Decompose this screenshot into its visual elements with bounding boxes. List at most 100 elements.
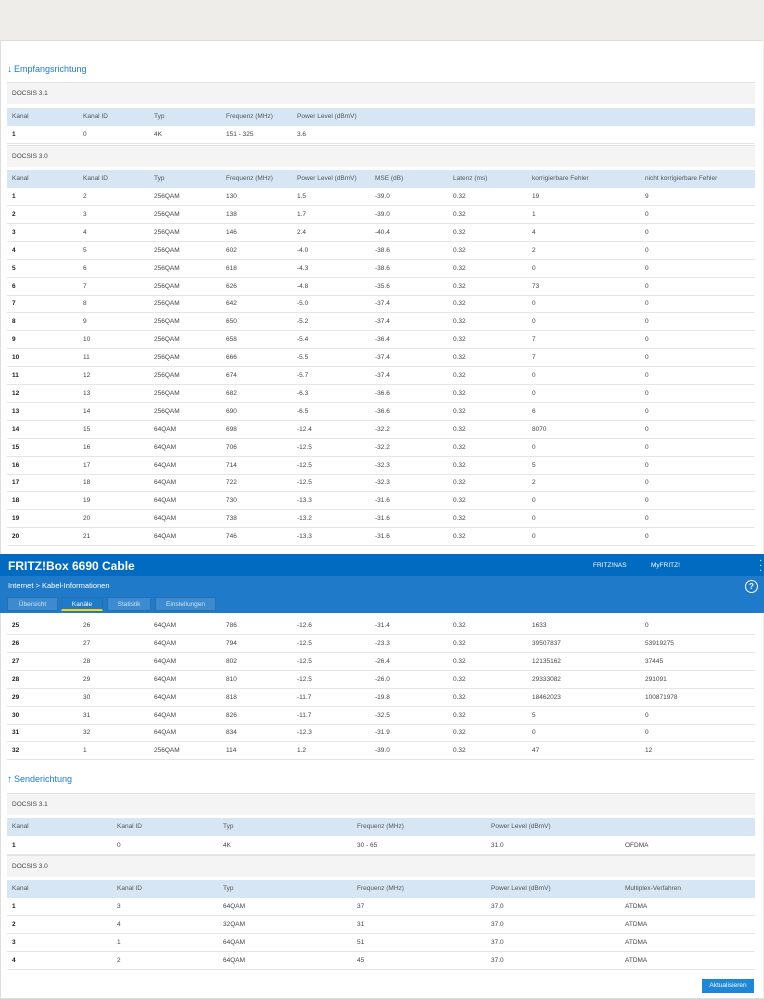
table-row: 16 17 64QAM 714 -12.5 -32.3 0.32 5 0 <box>7 457 755 475</box>
table-cell: 722 <box>226 479 237 487</box>
table-cell: 2 <box>532 246 536 254</box>
table-row: 6 7 256QAM 626 -4.8 -35.6 0.32 73 0 <box>7 278 755 296</box>
table-cell: 11 <box>83 354 90 362</box>
table-row: 4 5 256QAM 602 -4.0 -38.6 0.32 2 0 <box>7 242 755 260</box>
app-header: FRITZ!Box 6690 Cable FRITZ!NAS MyFRITZ! … <box>0 554 764 576</box>
table-cell: 0.32 <box>453 443 466 451</box>
table-cell: 0 <box>645 443 649 451</box>
table-row: 1 0 4K 30 - 65 31.0 OFDMA <box>7 837 755 855</box>
column-header: Multiplex-Verfahren <box>625 885 681 892</box>
help-icon[interactable]: ? <box>745 580 758 593</box>
table-cell: 698 <box>226 425 237 433</box>
table-cell: 1633 <box>532 622 547 629</box>
table-cell: 19 <box>83 497 91 505</box>
table-cell: 810 <box>226 675 237 683</box>
table-cell: 64QAM <box>154 693 177 701</box>
table-cell: 0 <box>532 515 536 523</box>
table-cell: 37.0 <box>491 920 504 928</box>
table-cell: 650 <box>226 318 237 326</box>
downstream-title: Empfangsrichtung <box>14 64 87 74</box>
column-header: Power Level (dBmV) <box>297 113 357 120</box>
table-cell: 3 <box>83 210 87 218</box>
table-cell: -31.4 <box>375 622 390 629</box>
table-cell: 64QAM <box>154 461 177 469</box>
table-cell: 64QAM <box>154 479 177 487</box>
table-cell: 2 <box>532 479 536 487</box>
table-cell: 0 <box>645 372 649 379</box>
more-menu-icon[interactable]: · · · <box>759 556 762 576</box>
table-cell: 0.32 <box>453 515 466 523</box>
table-cell: 256QAM <box>154 372 180 379</box>
table-cell: 0.32 <box>453 639 466 647</box>
table-row: 30 31 64QAM 826 -11.7 -32.5 0.32 5 0 <box>7 707 755 725</box>
tab-einstellungen[interactable]: Einstellungen <box>155 597 216 611</box>
table-cell: 64QAM <box>154 622 177 629</box>
table-cell: -12.5 <box>297 479 312 487</box>
table-cell: -32.2 <box>375 425 390 433</box>
table-cell: 37.0 <box>491 956 504 964</box>
table-cell: 826 <box>226 711 237 719</box>
refresh-button[interactable]: Aktualisieren <box>702 979 754 993</box>
table-cell: 37.0 <box>491 903 504 910</box>
table-cell: 0 <box>645 264 649 272</box>
table-cell: 0 <box>532 389 536 397</box>
tab-kanaele[interactable]: Kanäle <box>61 597 103 611</box>
table-cell: 2 <box>83 193 87 200</box>
table-cell: 64QAM <box>223 903 246 910</box>
nav-link-myfritz[interactable]: MyFRITZ! <box>651 554 680 578</box>
table-cell: 4 <box>12 956 16 964</box>
table-cell: 682 <box>226 389 237 397</box>
column-header: Frequenz (MHz) <box>357 885 404 892</box>
nav-link-fritznas[interactable]: FRITZ!NAS <box>593 554 627 578</box>
table-cell: 602 <box>226 246 237 254</box>
table-cell: 0 <box>645 389 649 397</box>
table-cell: 6 <box>532 407 536 415</box>
table-cell: 26 <box>12 639 20 647</box>
table-cell: 12135162 <box>532 657 561 665</box>
table-cell: 0 <box>645 515 649 523</box>
table-cell: 1 <box>532 210 536 218</box>
table-cell: 18 <box>12 497 20 505</box>
table-cell: 666 <box>226 354 237 362</box>
column-header: Kanal ID <box>83 113 108 120</box>
tab-statistik[interactable]: Statistik <box>107 597 151 611</box>
table-row: 27 28 64QAM 802 -12.5 -26.4 0.32 12135162 37445 <box>7 653 755 671</box>
table-cell: 256QAM <box>154 747 180 755</box>
breadcrumb: Internet > Kabel-Informationen <box>8 581 110 590</box>
table-cell: 256QAM <box>154 354 180 362</box>
table-cell: 18462023 <box>532 693 561 701</box>
table-cell: -5.5 <box>297 354 309 362</box>
table-cell: -37.4 <box>375 372 390 379</box>
table-cell: 0 <box>645 228 649 236</box>
table-cell: 0 <box>532 318 536 326</box>
table-cell: 15 <box>83 425 91 433</box>
table-cell: 1 <box>12 903 16 910</box>
table-row: 3 4 256QAM 146 2.4 -40.4 0.32 4 0 <box>7 224 755 242</box>
table-cell: 618 <box>226 264 237 272</box>
table-cell: 802 <box>226 657 237 665</box>
table-cell: 256QAM <box>154 264 180 272</box>
table-cell: 31.0 <box>491 842 504 849</box>
table-cell: 0.32 <box>453 461 466 469</box>
table-cell: 256QAM <box>154 210 180 218</box>
table-cell: -13.2 <box>297 515 312 523</box>
docsis30-up-label: DOCSIS 3.0 <box>7 855 755 877</box>
table-cell: 64QAM <box>154 515 177 523</box>
table-cell: -31.6 <box>375 515 390 523</box>
table-cell: 64QAM <box>154 639 177 647</box>
table-cell: 674 <box>226 372 237 379</box>
column-header: Power Level (dBmV) <box>491 823 551 830</box>
docsis31-down-header: Kanal Kanal ID Typ Frequenz (MHz) Power Leve… <box>7 108 755 126</box>
table-cell: 256QAM <box>154 228 180 236</box>
table-cell: 1 <box>12 193 16 200</box>
column-header: Power Level (dBmV) <box>491 885 551 892</box>
tab-uebersicht[interactable]: Übersicht <box>7 597 58 611</box>
table-cell: 0 <box>532 443 536 451</box>
table-cell: 0.32 <box>453 228 466 236</box>
table-cell: 256QAM <box>154 282 180 290</box>
table-cell: 12 <box>645 747 653 755</box>
table-cell: 0.32 <box>453 282 466 290</box>
table-cell: 28 <box>83 657 91 665</box>
table-row: 2 3 256QAM 138 1.7 -39.0 0.32 1 0 <box>7 206 755 224</box>
table-cell: -32.3 <box>375 461 390 469</box>
